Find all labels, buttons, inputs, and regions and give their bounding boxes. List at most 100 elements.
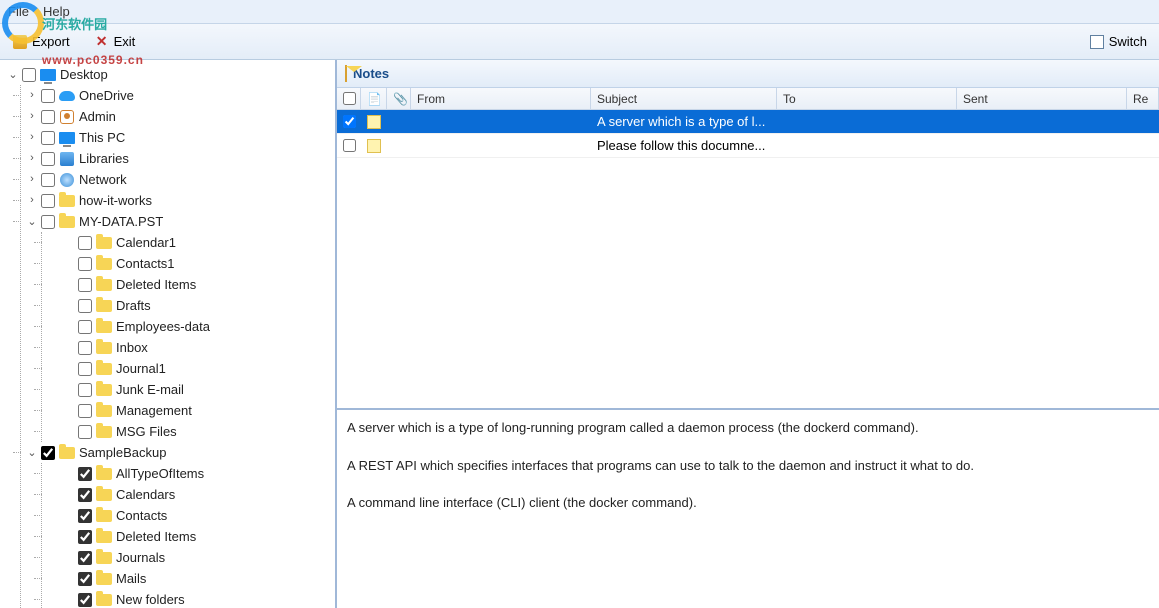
tree-label: AllTypeOfItems — [116, 466, 204, 481]
exit-button[interactable]: ✕ Exit — [90, 32, 140, 52]
tree-checkbox[interactable] — [78, 236, 92, 250]
folder-icon — [96, 592, 112, 608]
tree-label: Journals — [116, 550, 165, 565]
folder-icon — [96, 571, 112, 587]
tree-checkbox[interactable] — [78, 425, 92, 439]
tree-checkbox[interactable] — [78, 530, 92, 544]
expand-toggle[interactable]: › — [25, 194, 39, 208]
tree-label: Calendars — [116, 487, 175, 502]
tree-checkbox[interactable] — [78, 299, 92, 313]
tree-checkbox[interactable] — [78, 593, 92, 607]
tree-label: New folders — [116, 592, 185, 607]
folder-icon — [96, 403, 112, 419]
expand-toggle[interactable]: › — [25, 89, 39, 103]
expand-toggle[interactable]: › — [25, 173, 39, 187]
list-item[interactable]: A server which is a type of l... — [337, 110, 1159, 134]
tree-label: Network — [79, 172, 127, 187]
note-icon — [361, 115, 387, 129]
folder-icon — [96, 319, 112, 335]
row-subject: A server which is a type of l... — [591, 114, 777, 129]
preview-text: A command line interface (CLI) client (t… — [347, 493, 1149, 513]
tree-checkbox[interactable] — [41, 89, 55, 103]
folder-icon — [59, 445, 75, 461]
list-header: 📄 📎 From Subject To Sent Re — [337, 88, 1159, 110]
section-header: Notes — [337, 60, 1159, 88]
col-to[interactable]: To — [777, 88, 957, 109]
tree-checkbox[interactable] — [78, 551, 92, 565]
tree-checkbox[interactable] — [78, 467, 92, 481]
tree-label: Deleted Items — [116, 529, 196, 544]
select-all-checkbox[interactable] — [343, 92, 356, 105]
expand-toggle[interactable]: › — [25, 131, 39, 145]
tree-checkbox[interactable] — [78, 509, 92, 523]
col-re[interactable]: Re — [1127, 88, 1159, 109]
preview-text: A server which is a type of long-running… — [347, 418, 1149, 438]
expand-toggle[interactable]: ⌄ — [25, 215, 39, 229]
tree-checkbox[interactable] — [41, 446, 55, 460]
tree-checkbox[interactable] — [41, 131, 55, 145]
tree-label: OneDrive — [79, 88, 134, 103]
tree-label: Employees-data — [116, 319, 210, 334]
monitor-icon — [40, 67, 56, 83]
tree-label: Inbox — [116, 340, 148, 355]
tree-label: MSG Files — [116, 424, 177, 439]
tree-label: Drafts — [116, 298, 151, 313]
folder-icon — [96, 487, 112, 503]
tree-label: Junk E-mail — [116, 382, 184, 397]
tree-checkbox[interactable] — [22, 68, 36, 82]
preview-pane: A server which is a type of long-running… — [337, 408, 1159, 608]
row-checkbox[interactable] — [343, 139, 356, 152]
tree-checkbox[interactable] — [41, 152, 55, 166]
tree-label: SampleBackup — [79, 445, 166, 460]
user-icon — [59, 109, 75, 125]
tree-label: how-it-works — [79, 193, 152, 208]
tree-checkbox[interactable] — [78, 404, 92, 418]
col-from[interactable]: From — [411, 88, 591, 109]
folder-icon — [96, 277, 112, 293]
preview-text: A REST API which specifies interfaces th… — [347, 456, 1149, 476]
list-item[interactable]: Please follow this documne... — [337, 134, 1159, 158]
expand-toggle[interactable]: ⌄ — [25, 446, 39, 460]
tree-label: Desktop — [60, 67, 108, 82]
tree-checkbox[interactable] — [78, 320, 92, 334]
expand-toggle[interactable]: › — [25, 110, 39, 124]
col-sent[interactable]: Sent — [957, 88, 1127, 109]
folder-icon — [96, 550, 112, 566]
tree-checkbox[interactable] — [41, 215, 55, 229]
page-icon[interactable]: 📄 — [361, 88, 387, 109]
folder-tree[interactable]: ⌄ Desktop ›OneDrive›Admin›This PC›Librar… — [0, 60, 337, 608]
tree-checkbox[interactable] — [41, 110, 55, 124]
folder-icon — [96, 298, 112, 314]
expand-toggle[interactable]: ⌄ — [6, 68, 20, 82]
tree-checkbox[interactable] — [78, 257, 92, 271]
row-checkbox[interactable] — [343, 115, 356, 128]
tree-checkbox[interactable] — [41, 194, 55, 208]
tree-checkbox[interactable] — [78, 488, 92, 502]
switch-button[interactable]: Switch — [1085, 32, 1151, 52]
tree-label: Journal1 — [116, 361, 166, 376]
tree-checkbox[interactable] — [78, 383, 92, 397]
tree-checkbox[interactable] — [41, 173, 55, 187]
message-list[interactable]: A server which is a type of l... Please … — [337, 110, 1159, 408]
note-icon — [361, 139, 387, 153]
col-subject[interactable]: Subject — [591, 88, 777, 109]
expand-toggle[interactable]: › — [25, 152, 39, 166]
menu-help[interactable]: Help — [43, 4, 70, 19]
attachment-icon[interactable]: 📎 — [387, 88, 411, 109]
folder-icon — [96, 361, 112, 377]
export-button[interactable]: Export — [8, 32, 74, 52]
tree-checkbox[interactable] — [78, 572, 92, 586]
cloud-icon — [59, 88, 75, 104]
toolbar: Export ✕ Exit Switch — [0, 24, 1159, 60]
tree-checkbox[interactable] — [78, 278, 92, 292]
tree-checkbox[interactable] — [78, 341, 92, 355]
menubar: File Help — [0, 0, 1159, 24]
tree-label: Management — [116, 403, 192, 418]
tree-label: MY-DATA.PST — [79, 214, 163, 229]
folder-icon — [96, 235, 112, 251]
tree-checkbox[interactable] — [78, 362, 92, 376]
monitor-icon — [59, 130, 75, 146]
menu-file[interactable]: File — [8, 4, 29, 19]
folder-icon — [96, 382, 112, 398]
tree-label: Mails — [116, 571, 146, 586]
